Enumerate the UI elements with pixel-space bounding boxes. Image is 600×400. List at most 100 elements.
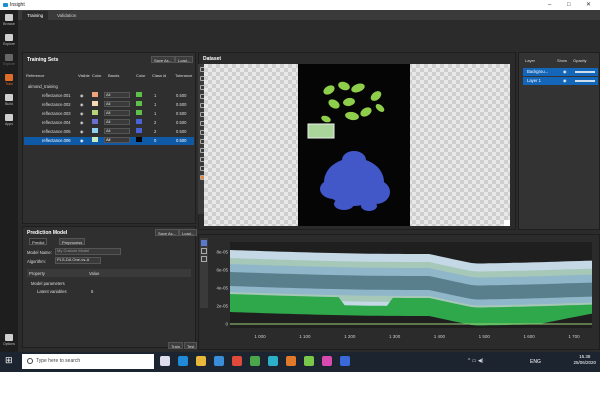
row-class-color[interactable] <box>136 101 142 106</box>
maximize-icon[interactable]: □ <box>567 0 571 10</box>
row-class-id[interactable]: 1 <box>154 110 156 118</box>
y-tick-label: 0 <box>225 322 228 327</box>
row-bands-select[interactable]: All <box>104 128 130 134</box>
row-tolerance[interactable]: 0.500 <box>176 137 186 145</box>
tab-preprocess[interactable]: Preprocess <box>59 238 86 245</box>
model-name-input[interactable]: My Custom Model <box>55 248 121 255</box>
row-bands-select[interactable]: All <box>104 92 130 98</box>
reset-icon[interactable] <box>201 256 207 262</box>
language-indicator[interactable]: ENG <box>530 359 541 365</box>
training-load-button[interactable]: Load... <box>175 56 194 63</box>
row-class-color[interactable] <box>136 119 142 124</box>
windows-start-icon[interactable]: ⊞ <box>5 356 14 365</box>
window-title: Insight <box>10 2 25 8</box>
app-icon-blue[interactable] <box>340 356 350 366</box>
eye-icon[interactable]: ◉ <box>80 110 84 118</box>
minimize-icon[interactable]: – <box>548 0 551 10</box>
row-tolerance[interactable]: 0.500 <box>176 101 186 109</box>
row-tolerance[interactable]: 0.500 <box>176 119 186 127</box>
col-color: Color <box>92 73 102 78</box>
opacity-slider[interactable] <box>575 80 595 82</box>
tab-training[interactable]: Training <box>22 11 49 20</box>
test-button[interactable]: Test <box>184 342 198 349</box>
store-icon[interactable] <box>214 356 224 366</box>
algorithm-select[interactable]: PLS-DA One-vs-A <box>55 257 101 264</box>
training-row[interactable]: reflectance.004 ◉ All 2 0.500 <box>24 119 194 127</box>
zoom-icon[interactable] <box>201 240 207 246</box>
latent-value[interactable]: 5 <box>91 289 93 294</box>
row-class-id[interactable]: 1 <box>154 92 156 100</box>
toolbar-apps[interactable]: Apps <box>0 112 18 130</box>
edge-icon[interactable] <box>178 356 188 366</box>
y-tick-label: 4e-05 <box>216 286 228 291</box>
row-class-color[interactable] <box>136 128 142 133</box>
tab-validation[interactable]: Validation <box>52 11 81 20</box>
train-button[interactable]: Train <box>168 342 183 349</box>
opacity-slider[interactable] <box>575 71 595 73</box>
tray-icons[interactable]: ^ ▭ ◀) <box>468 358 483 364</box>
tree-group[interactable]: almond_training <box>28 83 198 91</box>
row-class-color[interactable] <box>136 137 142 142</box>
app-icon-pink[interactable] <box>322 356 332 366</box>
taskbar-clock[interactable]: 15.38 25/06/2020 <box>573 354 596 366</box>
eye-icon[interactable]: ◉ <box>80 101 84 109</box>
row-class-id[interactable]: 2 <box>154 119 156 127</box>
row-bands-select[interactable]: All <box>104 119 130 125</box>
row-tolerance[interactable]: 0.500 <box>176 110 186 118</box>
row-class-color[interactable] <box>136 110 142 115</box>
row-color-swatch[interactable] <box>92 137 98 142</box>
row-tolerance[interactable]: 0.500 <box>176 92 186 100</box>
eye-icon[interactable]: ◉ <box>80 137 84 145</box>
row-bands-select[interactable]: All <box>104 110 130 116</box>
eye-icon[interactable]: ◉ <box>563 68 567 76</box>
eye-icon[interactable]: ◉ <box>563 77 567 85</box>
row-bands-select[interactable]: All <box>104 137 130 143</box>
row-tolerance[interactable]: 0.500 <box>176 128 186 136</box>
layer-background[interactable]: Backgrou... ◉ <box>523 68 598 76</box>
row-color-swatch[interactable] <box>92 119 98 124</box>
row-class-id[interactable]: 1 <box>154 101 156 109</box>
app-icon-green[interactable] <box>304 356 314 366</box>
toolbar-options[interactable]: Options <box>0 332 18 350</box>
toolbar-train[interactable]: Train <box>0 72 18 90</box>
clock-date: 25/06/2020 <box>573 360 596 365</box>
training-row[interactable]: reflectance.003 ◉ All 1 0.500 <box>24 110 194 118</box>
row-color-swatch[interactable] <box>92 110 98 115</box>
app-icon-red[interactable] <box>232 356 242 366</box>
selection-rect[interactable] <box>307 123 335 139</box>
eye-icon[interactable]: ◉ <box>80 119 84 127</box>
toolbar-build[interactable]: Build <box>0 92 18 110</box>
eye-icon[interactable]: ◉ <box>80 128 84 136</box>
row-color-swatch[interactable] <box>92 101 98 106</box>
pan-icon[interactable] <box>201 248 207 254</box>
tab-predict[interactable]: Predict <box>29 238 48 245</box>
training-row[interactable]: reflectance.001 ◉ All 1 0.500 <box>24 92 194 100</box>
chrome-icon[interactable] <box>250 356 260 366</box>
row-class-id[interactable]: 0 <box>154 137 156 145</box>
task-view-icon[interactable] <box>160 356 170 366</box>
taskbar-search[interactable]: Type here to search <box>22 354 154 369</box>
latent-label: Latent variables <box>37 289 67 294</box>
row-bands-select[interactable]: All <box>104 101 130 107</box>
prediction-save-button[interactable]: Save As... <box>155 229 180 236</box>
dataset-canvas[interactable] <box>204 64 510 226</box>
app-icon-teal[interactable] <box>268 356 278 366</box>
layer-1[interactable]: Layer 1 ◉ <box>523 77 598 85</box>
close-icon[interactable]: ✕ <box>586 0 591 10</box>
file-explorer-icon[interactable] <box>196 356 206 366</box>
training-row[interactable]: reflectance.002 ◉ All 1 0.500 <box>24 101 194 109</box>
app-icon-orange[interactable] <box>286 356 296 366</box>
eye-icon[interactable]: ◉ <box>80 92 84 100</box>
row-color-swatch[interactable] <box>92 92 98 97</box>
training-save-button[interactable]: Save As... <box>151 56 176 63</box>
col-bands: Bands <box>108 73 120 78</box>
row-class-color[interactable] <box>136 92 142 97</box>
prediction-load-button[interactable]: Load... <box>179 229 198 236</box>
training-row[interactable]: reflectance.006 ◉ All 0 0.500 <box>24 137 194 145</box>
toolbar-explore[interactable]: Explore <box>0 32 18 50</box>
spectrum-chart[interactable]: 8e-05 6e-05 4e-05 2e-05 0 1 000 1 100 1 200 1 30… <box>208 236 598 348</box>
toolbar-browse[interactable]: Browse <box>0 12 18 30</box>
row-class-id[interactable]: 2 <box>154 128 156 136</box>
row-color-swatch[interactable] <box>92 128 98 133</box>
training-row[interactable]: reflectance.005 ◉ All 2 0.500 <box>24 128 194 136</box>
